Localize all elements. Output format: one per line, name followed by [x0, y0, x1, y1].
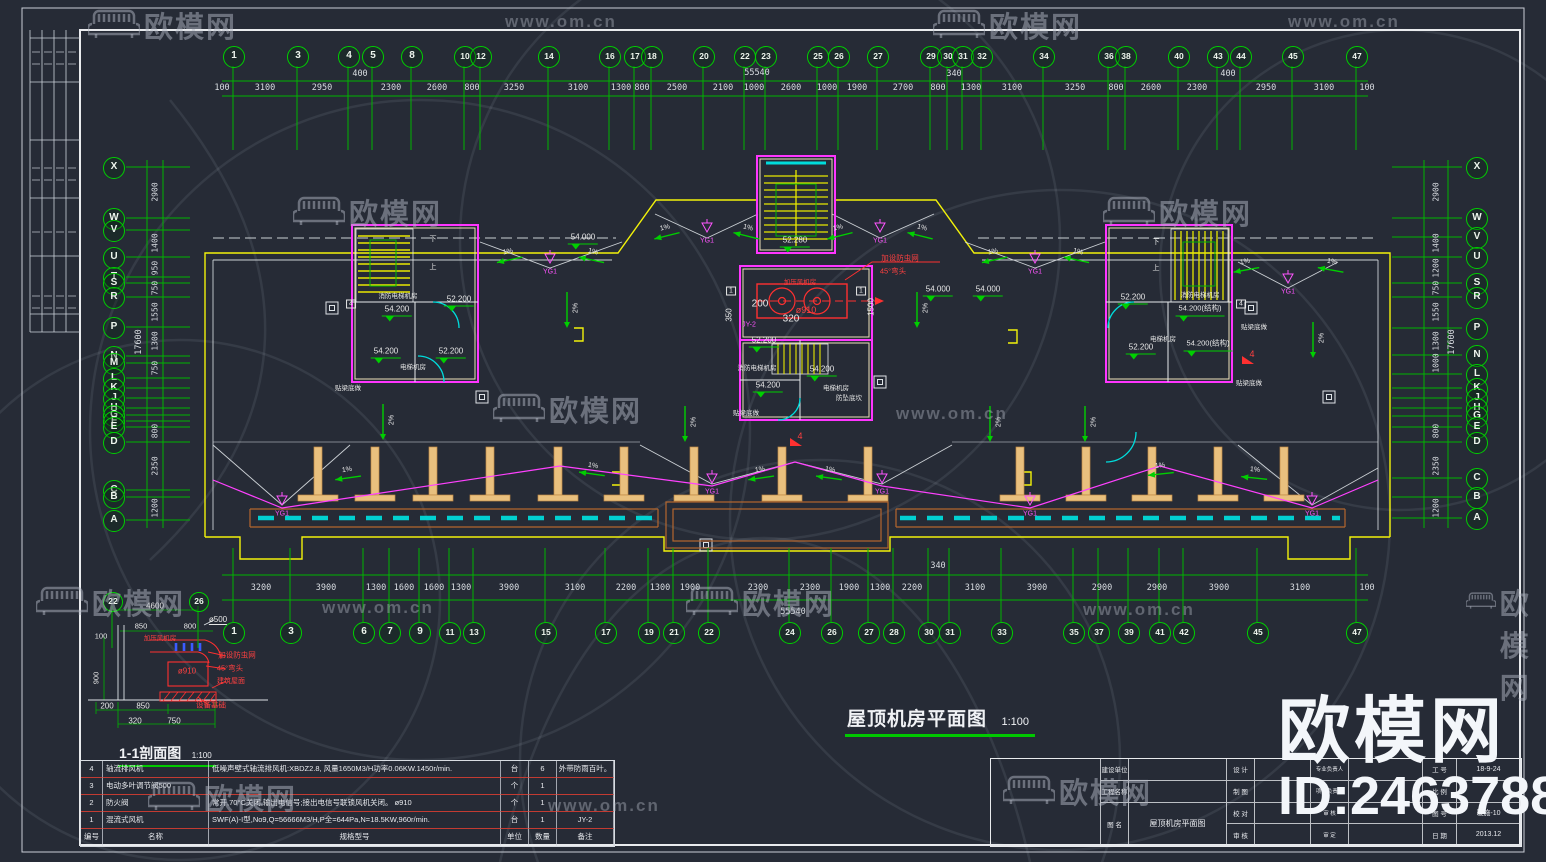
title-block-cell: 建设单位: [1101, 759, 1129, 781]
title-block-cell: 日 期: [1423, 824, 1457, 846]
table-cell: 个: [501, 778, 529, 795]
table-header: 单位: [501, 829, 529, 846]
title-block-cell: 审 核: [1227, 824, 1255, 846]
table-cell: 1: [529, 795, 557, 812]
table-cell: 防火阀: [103, 795, 209, 812]
table-cell: 1: [81, 812, 103, 829]
eaves-brown: [249, 501, 1346, 549]
table-header: 编号: [81, 829, 103, 846]
plan-title: 屋顶机房平面图 1:100: [845, 704, 1035, 737]
table-cell: 2: [81, 795, 103, 812]
cad-sheet: 1 3 4 5 8 10 12 14 16 17 18 20 22 23 25 26 27 29 30 31 32 34 3…: [0, 0, 1546, 862]
title-block-cell: 校 对: [1227, 802, 1255, 825]
section-title-scale: 1:100: [191, 751, 212, 760]
plan-title-text: 屋顶机房平面图: [847, 709, 988, 730]
table-cell: [557, 778, 614, 795]
table-cell: 电动多叶调节阀500: [103, 778, 209, 795]
table-cell: 轴流排风机: [103, 761, 209, 778]
table-cell: 混流式风机: [103, 812, 209, 829]
table-cell: 外带防雨百叶。: [557, 761, 614, 778]
table-header: 数量: [529, 829, 557, 846]
table-cell: [209, 778, 501, 795]
title-block-cell: 审 定: [1311, 824, 1349, 846]
table-cell: 1: [529, 778, 557, 795]
equipment-table: 4 轴流排风机 低噪声壁式轴流排风机:XBDZ2.8, 风量1650M3/H功率0.…: [80, 760, 615, 847]
title-block-cell: 2013.12: [1457, 824, 1521, 846]
title-block-cell: [1255, 824, 1311, 846]
table-cell: 个: [501, 795, 529, 812]
table-cell: 低噪声壁式轴流排风机:XBDZ2.8, 风量1650M3/H功率0.06KW.1…: [209, 761, 501, 778]
table-cell: 台: [501, 812, 529, 829]
section-detail-drawing: [88, 606, 268, 728]
title-block-cell: [1129, 780, 1227, 803]
table-cell: 3: [81, 778, 103, 795]
core-right: [1105, 224, 1233, 463]
table-cell: JY-2: [557, 812, 614, 829]
table-cell: 1: [529, 812, 557, 829]
table-header: 规格型号: [209, 829, 501, 846]
section-title-text: 1-1剖面图: [119, 745, 182, 761]
table-cell: 台: [501, 761, 529, 778]
plan-title-scale: 1:100: [1001, 716, 1029, 728]
title-block-cell: 设 计: [1227, 759, 1255, 781]
core-center: [739, 261, 940, 421]
site-watermark-id: 欧模网 ID:2463788: [1278, 692, 1546, 827]
table-cell: 常开,70°C关闭,输出电信号;接出电信号联锁风机关闭。 ø910: [209, 795, 501, 812]
table-header: 备注: [557, 829, 614, 846]
table-cell: 4: [81, 761, 103, 778]
title-block-logo-cell: [991, 759, 1101, 846]
table-cell: [557, 795, 614, 812]
site-watermark-number: ID:2463788: [1278, 766, 1546, 827]
drawing-name-cell: 屋顶机房平面图: [1129, 802, 1227, 846]
title-block-cell: 图 名: [1101, 802, 1129, 846]
core-tower: [756, 155, 836, 254]
title-block-cell: [1349, 824, 1423, 846]
table-cell: SWF(A)-I型,No9,Q=56666M3/H,P全=644Pa,N=18.…: [209, 812, 501, 829]
axis-grid: [111, 66, 1462, 648]
table-header: 名称: [103, 829, 209, 846]
site-watermark-brand: 欧模网: [1278, 692, 1507, 772]
title-block-cell: 制 图: [1227, 780, 1255, 803]
table-cell: 6: [529, 761, 557, 778]
title-block-cell: 工程名称: [1101, 780, 1129, 803]
title-block-cell: [1129, 759, 1227, 781]
